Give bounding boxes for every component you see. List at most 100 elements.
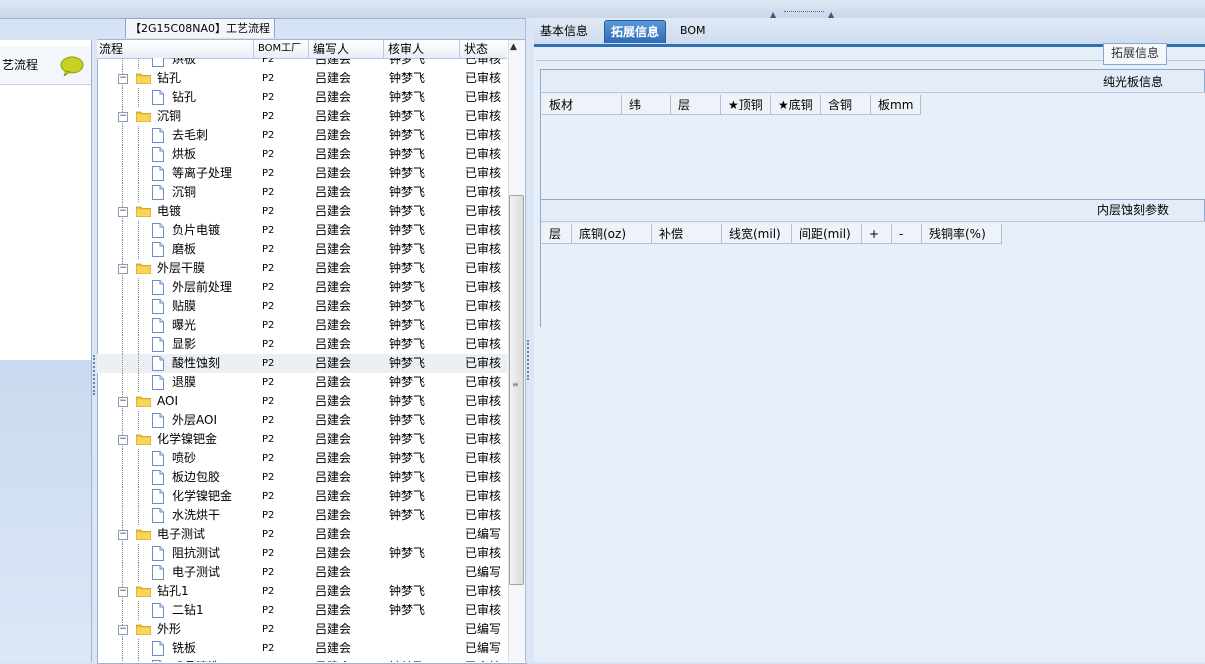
tree-row-name[interactable]: 外层AOI	[172, 411, 217, 430]
tree-row-name[interactable]: 钻孔	[157, 69, 181, 88]
grid-header-spacing[interactable]: 间距(mil)	[792, 224, 862, 244]
tree-row[interactable]: 板边包胶 P2 吕建会 钟梦飞 已审核	[97, 468, 507, 487]
collapse-toggle-icon[interactable]: −	[118, 587, 128, 597]
grid-header-board-material[interactable]: 板材	[542, 95, 622, 115]
tree-row[interactable]: − 钻孔1 P2 吕建会 钟梦飞 已审核	[97, 582, 507, 601]
scroll-up-arrow-icon[interactable]: ▲	[510, 42, 517, 52]
tree-row[interactable]: − 外形 P2 吕建会 已编写	[97, 620, 507, 639]
middle-splitter-grip[interactable]	[527, 340, 532, 380]
tree-row-name[interactable]: 外层干膜	[157, 259, 205, 278]
tree-row[interactable]: − 化学镍钯金 P2 吕建会 钟梦飞 已审核	[97, 430, 507, 449]
collapse-toggle-icon[interactable]: −	[118, 74, 128, 84]
grid-header-plus[interactable]: +	[862, 224, 892, 244]
tree-row[interactable]: − 沉铜 P2 吕建会 钟梦飞 已审核	[97, 107, 507, 126]
tree-row-name[interactable]: 喷砂	[172, 449, 196, 468]
tree-row[interactable]: 沉铜 P2 吕建会 钟梦飞 已审核	[97, 183, 507, 202]
column-header-process[interactable]: 流程	[97, 40, 254, 58]
tree-row-name[interactable]: 钻孔	[172, 88, 196, 107]
tree-row-name[interactable]: 曝光	[172, 316, 196, 335]
tree-row[interactable]: 成品清洗 P2 吕建会 钟梦飞 已审核	[97, 658, 507, 662]
tree-row-name[interactable]: 沉铜	[172, 183, 196, 202]
tree-row[interactable]: 二钻1 P2 吕建会 钟梦飞 已审核	[97, 601, 507, 620]
grid-header-top-copper[interactable]: ★顶铜	[721, 95, 771, 115]
extended-info-button[interactable]: 拓展信息	[1103, 43, 1167, 65]
tree-row[interactable]: 外层AOI P2 吕建会 钟梦飞 已审核	[97, 411, 507, 430]
chat-bubble-icon[interactable]	[60, 56, 84, 76]
tree-row-name[interactable]: 阻抗测试	[172, 544, 220, 563]
tree-row[interactable]: − 电子测试 P2 吕建会 已编写	[97, 525, 507, 544]
tree-row[interactable]: 等离子处理 P2 吕建会 钟梦飞 已审核	[97, 164, 507, 183]
tree-row[interactable]: 阻抗测试 P2 吕建会 钟梦飞 已审核	[97, 544, 507, 563]
tree-row-name[interactable]: 化学镍钯金	[172, 487, 232, 506]
grid-header-residual-copper[interactable]: 残铜率(%)	[922, 224, 1002, 244]
tree-row[interactable]: − 外层干膜 P2 吕建会 钟梦飞 已审核	[97, 259, 507, 278]
tree-row-name[interactable]: 板边包胶	[172, 468, 220, 487]
tree-row-name[interactable]: 电子测试	[172, 563, 220, 582]
column-header-reviewer[interactable]: 核审人	[384, 40, 460, 58]
tree-row-name[interactable]: 等离子处理	[172, 164, 232, 183]
top-splitter-grip[interactable]	[784, 11, 824, 16]
tree-row-name[interactable]: 外层前处理	[172, 278, 232, 297]
tree-row-name[interactable]: 化学镍钯金	[157, 430, 217, 449]
grid-header-bottom-copper[interactable]: ★底铜	[771, 95, 821, 115]
collapse-toggle-icon[interactable]: −	[118, 207, 128, 217]
collapse-toggle-icon[interactable]: −	[118, 397, 128, 407]
tree-row[interactable]: 贴膜 P2 吕建会 钟梦飞 已审核	[97, 297, 507, 316]
grid-header-weft[interactable]: 纬	[622, 95, 671, 115]
collapse-toggle-icon[interactable]: −	[118, 530, 128, 540]
tree-row-name[interactable]: AOI	[157, 392, 178, 411]
tree-row[interactable]: 显影 P2 吕建会 钟梦飞 已审核	[97, 335, 507, 354]
grid-header-board-mm[interactable]: 板mm	[871, 95, 921, 115]
tree-row[interactable]: 钻孔 P2 吕建会 钟梦飞 已审核	[97, 88, 507, 107]
tree-row[interactable]: 水洗烘干 P2 吕建会 钟梦飞 已审核	[97, 506, 507, 525]
grid-header-compensation[interactable]: 补偿	[652, 224, 722, 244]
tree-row[interactable]: 外层前处理 P2 吕建会 钟梦飞 已审核	[97, 278, 507, 297]
tree-row[interactable]: 化学镍钯金 P2 吕建会 钟梦飞 已审核	[97, 487, 507, 506]
grid-header-with-copper[interactable]: 含铜	[821, 95, 871, 115]
grid-header-layer[interactable]: 层	[542, 224, 572, 244]
tree-row-name[interactable]: 电镀	[157, 202, 181, 221]
left-nav-label[interactable]: 艺流程	[2, 56, 38, 73]
tree-row[interactable]: 电子测试 P2 吕建会 已编写	[97, 563, 507, 582]
tree-row-name[interactable]: 二钻1	[172, 601, 204, 620]
column-header-status[interactable]: 状态	[460, 40, 507, 58]
tree-row[interactable]: 铣板 P2 吕建会 已编写	[97, 639, 507, 658]
tree-row-name[interactable]: 烘板	[172, 58, 196, 69]
grid-header-line-width[interactable]: 线宽(mil)	[722, 224, 792, 244]
tree-row-name[interactable]: 沉铜	[157, 107, 181, 126]
tree-row[interactable]: − 电镀 P2 吕建会 钟梦飞 已审核	[97, 202, 507, 221]
collapse-toggle-icon[interactable]: −	[118, 625, 128, 635]
scrollbar-thumb[interactable]	[509, 195, 524, 585]
tree-row[interactable]: − AOI P2 吕建会 钟梦飞 已审核	[97, 392, 507, 411]
tree-row[interactable]: 烘板 P2 吕建会 钟梦飞 已审核	[97, 145, 507, 164]
grid-header-minus[interactable]: -	[892, 224, 922, 244]
tree-row-name[interactable]: 退膜	[172, 373, 196, 392]
grid-header-base-copper[interactable]: 底铜(oz)	[572, 224, 652, 244]
collapse-toggle-icon[interactable]: −	[118, 112, 128, 122]
tree-row-name[interactable]: 负片电镀	[172, 221, 220, 240]
tree-row[interactable]: 退膜 P2 吕建会 钟梦飞 已审核	[97, 373, 507, 392]
tree-row[interactable]: 喷砂 P2 吕建会 钟梦飞 已审核	[97, 449, 507, 468]
tree-row[interactable]: 磨板 P2 吕建会 钟梦飞 已审核	[97, 240, 507, 259]
tree-row-name[interactable]: 电子测试	[157, 525, 205, 544]
tree-row-name[interactable]: 烘板	[172, 145, 196, 164]
tree-row[interactable]: 烘板 P2 吕建会 钟梦飞 已审核	[97, 58, 507, 69]
tree-row-name[interactable]: 显影	[172, 335, 196, 354]
collapse-toggle-icon[interactable]: −	[118, 264, 128, 274]
tree-row[interactable]: 曝光 P2 吕建会 钟梦飞 已审核	[97, 316, 507, 335]
tab-bom[interactable]: BOM	[674, 20, 712, 42]
column-header-bom-factory[interactable]: BOM工厂	[254, 40, 309, 58]
tab-extended-info[interactable]: 拓展信息	[604, 20, 667, 43]
tree-row[interactable]: 负片电镀 P2 吕建会 钟梦飞 已审核	[97, 221, 507, 240]
tree-row[interactable]: 去毛刺 P2 吕建会 钟梦飞 已审核	[97, 126, 507, 145]
tree-row-name[interactable]: 水洗烘干	[172, 506, 220, 525]
tree-row[interactable]: 酸性蚀刻 P2 吕建会 钟梦飞 已审核	[97, 354, 507, 373]
tree-row-name[interactable]: 贴膜	[172, 297, 196, 316]
tree-row-name[interactable]: 磨板	[172, 240, 196, 259]
tree-row-name[interactable]: 外形	[157, 620, 181, 639]
tree-row-name[interactable]: 钻孔1	[157, 582, 189, 601]
tree-row-name[interactable]: 去毛刺	[172, 126, 208, 145]
column-header-editor[interactable]: 编写人	[309, 40, 384, 58]
tree-row-name[interactable]: 成品清洗	[172, 658, 220, 662]
tree-row-name[interactable]: 酸性蚀刻	[172, 354, 220, 373]
